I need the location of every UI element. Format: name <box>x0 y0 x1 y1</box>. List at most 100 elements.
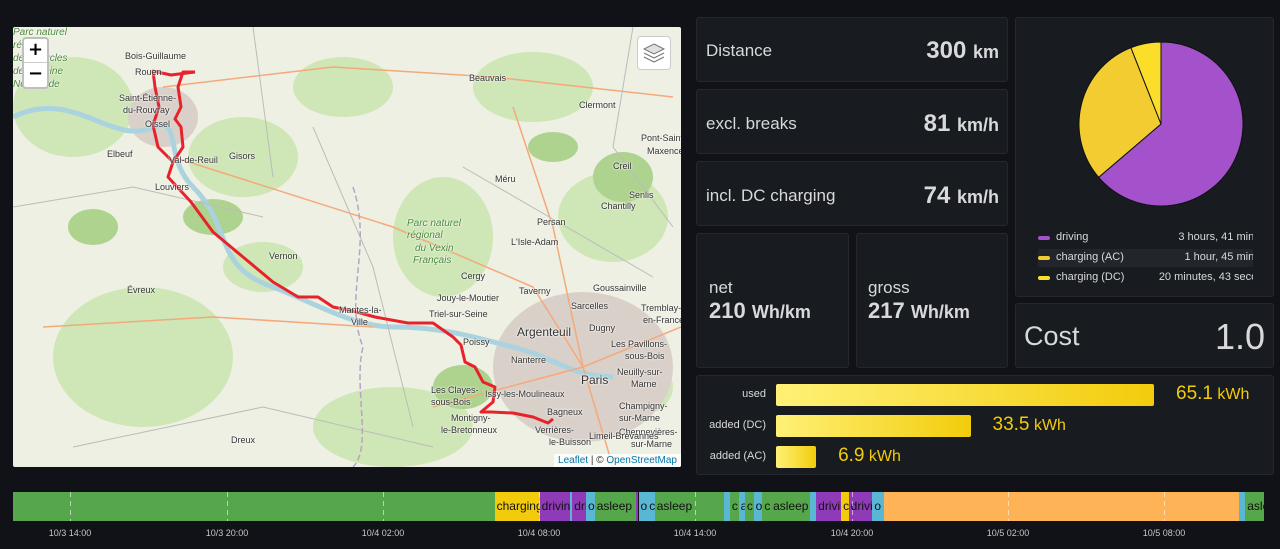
excl-breaks-value: 81 km/h <box>924 110 999 138</box>
timeline-segment-asleep[interactable]: o <box>753 492 763 521</box>
place-label-19: Chantilly <box>601 201 636 211</box>
energy-value-unit: kWh <box>1029 417 1066 434</box>
place-label-44: sous-Bois <box>625 351 665 361</box>
gross-label: gross <box>868 278 910 297</box>
state-timeline[interactable]: chargingdrivindrioasleepocasleepcacocasl… <box>13 492 1264 521</box>
timeline-segment-asleep[interactable]: o <box>585 492 595 521</box>
distance-value: 300 km <box>926 37 999 65</box>
timeline-segment-driving[interactable]: drivin <box>539 492 570 521</box>
place-label-50: sous-Bois <box>431 397 471 407</box>
place-label-39: Triel-sur-Seine <box>429 309 488 319</box>
energy-bar <box>776 415 971 437</box>
place-label-61: Limeil-Brévannes <box>589 431 659 441</box>
place-label-10: Elbeuf <box>107 149 133 159</box>
energy-value-number: 33.5 <box>992 414 1030 435</box>
place-label-52: Champigny- <box>619 401 668 411</box>
timeline-segment-asleep[interactable]: c <box>647 492 655 521</box>
cost-label: Cost <box>1024 321 1080 351</box>
leaflet-link[interactable]: Leaflet <box>558 455 588 466</box>
timeline-segment-parked[interactable]: asleep <box>771 492 810 521</box>
place-label-15: Pont-Sainte- <box>641 133 681 143</box>
zoom-in-button[interactable]: + <box>24 39 47 63</box>
place-label-32: Jouy-le-Moutier <box>437 293 500 303</box>
incl-dc-label: incl. DC charging <box>706 186 836 205</box>
place-label-62: Dreux <box>231 435 256 445</box>
osm-link[interactable]: OpenStreetMap <box>606 455 677 466</box>
place-label-7: Saint-Étienne- <box>119 93 177 103</box>
place-label-54: Bagneux <box>547 407 583 417</box>
time-pie-chart <box>1078 41 1244 207</box>
timeline-segment-parked[interactable]: asleep <box>654 492 724 521</box>
energy-bar-value: 65.1 kWh <box>1176 383 1249 405</box>
place-label-25: régional <box>407 230 443 241</box>
place-label-37: Mantes-la- <box>339 305 382 315</box>
place-label-11: Val-de-Reuil <box>169 155 218 165</box>
timeline-segment-driving[interactable]: drivin <box>816 492 842 521</box>
place-label-35: en-France <box>643 315 681 325</box>
place-label-30: Taverny <box>519 286 551 296</box>
excl-breaks-number: 81 <box>923 110 951 137</box>
trip-map[interactable]: Leaflet | © OpenStreetMap Parc naturelré… <box>13 27 681 467</box>
timeline-tick-label: 10/4 02:00 <box>361 528 405 538</box>
legend-name: driving <box>1056 231 1089 243</box>
energy-bar-value: 33.5 kWh <box>993 414 1066 436</box>
timeline-gridline <box>383 492 384 521</box>
timeline-segment-asleep[interactable]: o <box>872 492 884 521</box>
energy-value-unit: kWh <box>864 448 901 465</box>
timeline-tick-label: 10/3 20:00 <box>205 528 249 538</box>
gross-number: 217 <box>868 298 905 323</box>
timeline-gridline <box>1008 492 1009 521</box>
map-tiles[interactable] <box>13 27 681 467</box>
place-label-9: Oissel <box>145 119 171 129</box>
energy-bar-label: added (AC) <box>709 450 766 462</box>
distance-panel: Distance 300 km <box>696 17 1008 82</box>
net-label: net <box>709 278 733 297</box>
incl-dc-number: 74 <box>923 182 951 209</box>
timeline-segment-asleep[interactable]: o <box>638 492 648 521</box>
cost-value: 1.0 <box>1214 316 1265 357</box>
legend-name: charging (AC) <box>1056 251 1124 263</box>
timeline-segment-parked[interactable]: c <box>744 492 754 521</box>
energy-bar-value: 6.9 kWh <box>838 445 901 467</box>
map-attribution: Leaflet | © OpenStreetMap <box>554 454 681 467</box>
legend-swatch <box>1038 236 1050 240</box>
timeline-segment-offline[interactable] <box>883 492 1239 521</box>
timeline-segment-parked[interactable]: asleep <box>1245 492 1264 521</box>
legend-item[interactable]: charging (AC) 1 hour, 45 minutes <box>1038 249 1253 267</box>
legend-value: 1 hour, 45 minutes <box>1184 251 1253 263</box>
timeline-gridline <box>695 492 696 521</box>
energy-value-number: 65.1 <box>1176 383 1213 404</box>
layers-icon <box>642 43 666 63</box>
place-label-59: Verrières- <box>535 425 575 435</box>
distance-label: Distance <box>706 41 773 60</box>
place-label-33: Sarcelles <box>571 301 609 311</box>
place-label-34: Tremblay- <box>641 303 681 313</box>
place-label-49: Les Clayes- <box>431 385 479 395</box>
incl-dc-panel: incl. DC charging 74 km/h <box>696 161 1008 226</box>
excl-breaks-label: excl. breaks <box>706 114 797 133</box>
place-label-6: Rouen <box>135 67 162 77</box>
layers-button[interactable] <box>637 36 671 70</box>
incl-dc-value: 74 km/h <box>924 182 999 210</box>
place-label-45: Nanterre <box>511 355 547 365</box>
net-value: 210 Wh/km <box>709 298 811 324</box>
place-label-38: Ville <box>351 317 368 327</box>
timeline-segment-parked[interactable]: c <box>729 492 739 521</box>
timeline-segment-parked[interactable]: asleep <box>594 492 636 521</box>
timeline-segment-parked[interactable] <box>13 492 495 521</box>
place-label-28: Vernon <box>269 251 298 261</box>
legend-item[interactable]: driving 3 hours, 41 minutes <box>1038 229 1253 247</box>
place-label-24: Parc naturel <box>407 218 461 229</box>
timeline-segment-driving[interactable]: dri <box>572 492 586 521</box>
zoom-control: + − <box>22 37 49 89</box>
place-label-12: Louviers <box>155 182 190 192</box>
place-label-53: sur-Marne <box>619 413 661 423</box>
legend-item[interactable]: charging (DC) 20 minutes, 43 seconds <box>1038 269 1253 287</box>
timeline-segment-charging[interactable]: c <box>841 492 849 521</box>
zoom-out-button[interactable]: − <box>24 63 47 87</box>
timeline-tick-label: 10/5 08:00 <box>1142 528 1186 538</box>
net-panel: net 210 Wh/km <box>696 233 849 368</box>
timeline-segment-charging[interactable]: charging <box>494 492 540 521</box>
timeline-segment-parked[interactable]: c <box>762 492 772 521</box>
net-unit: Wh/km <box>751 302 811 322</box>
